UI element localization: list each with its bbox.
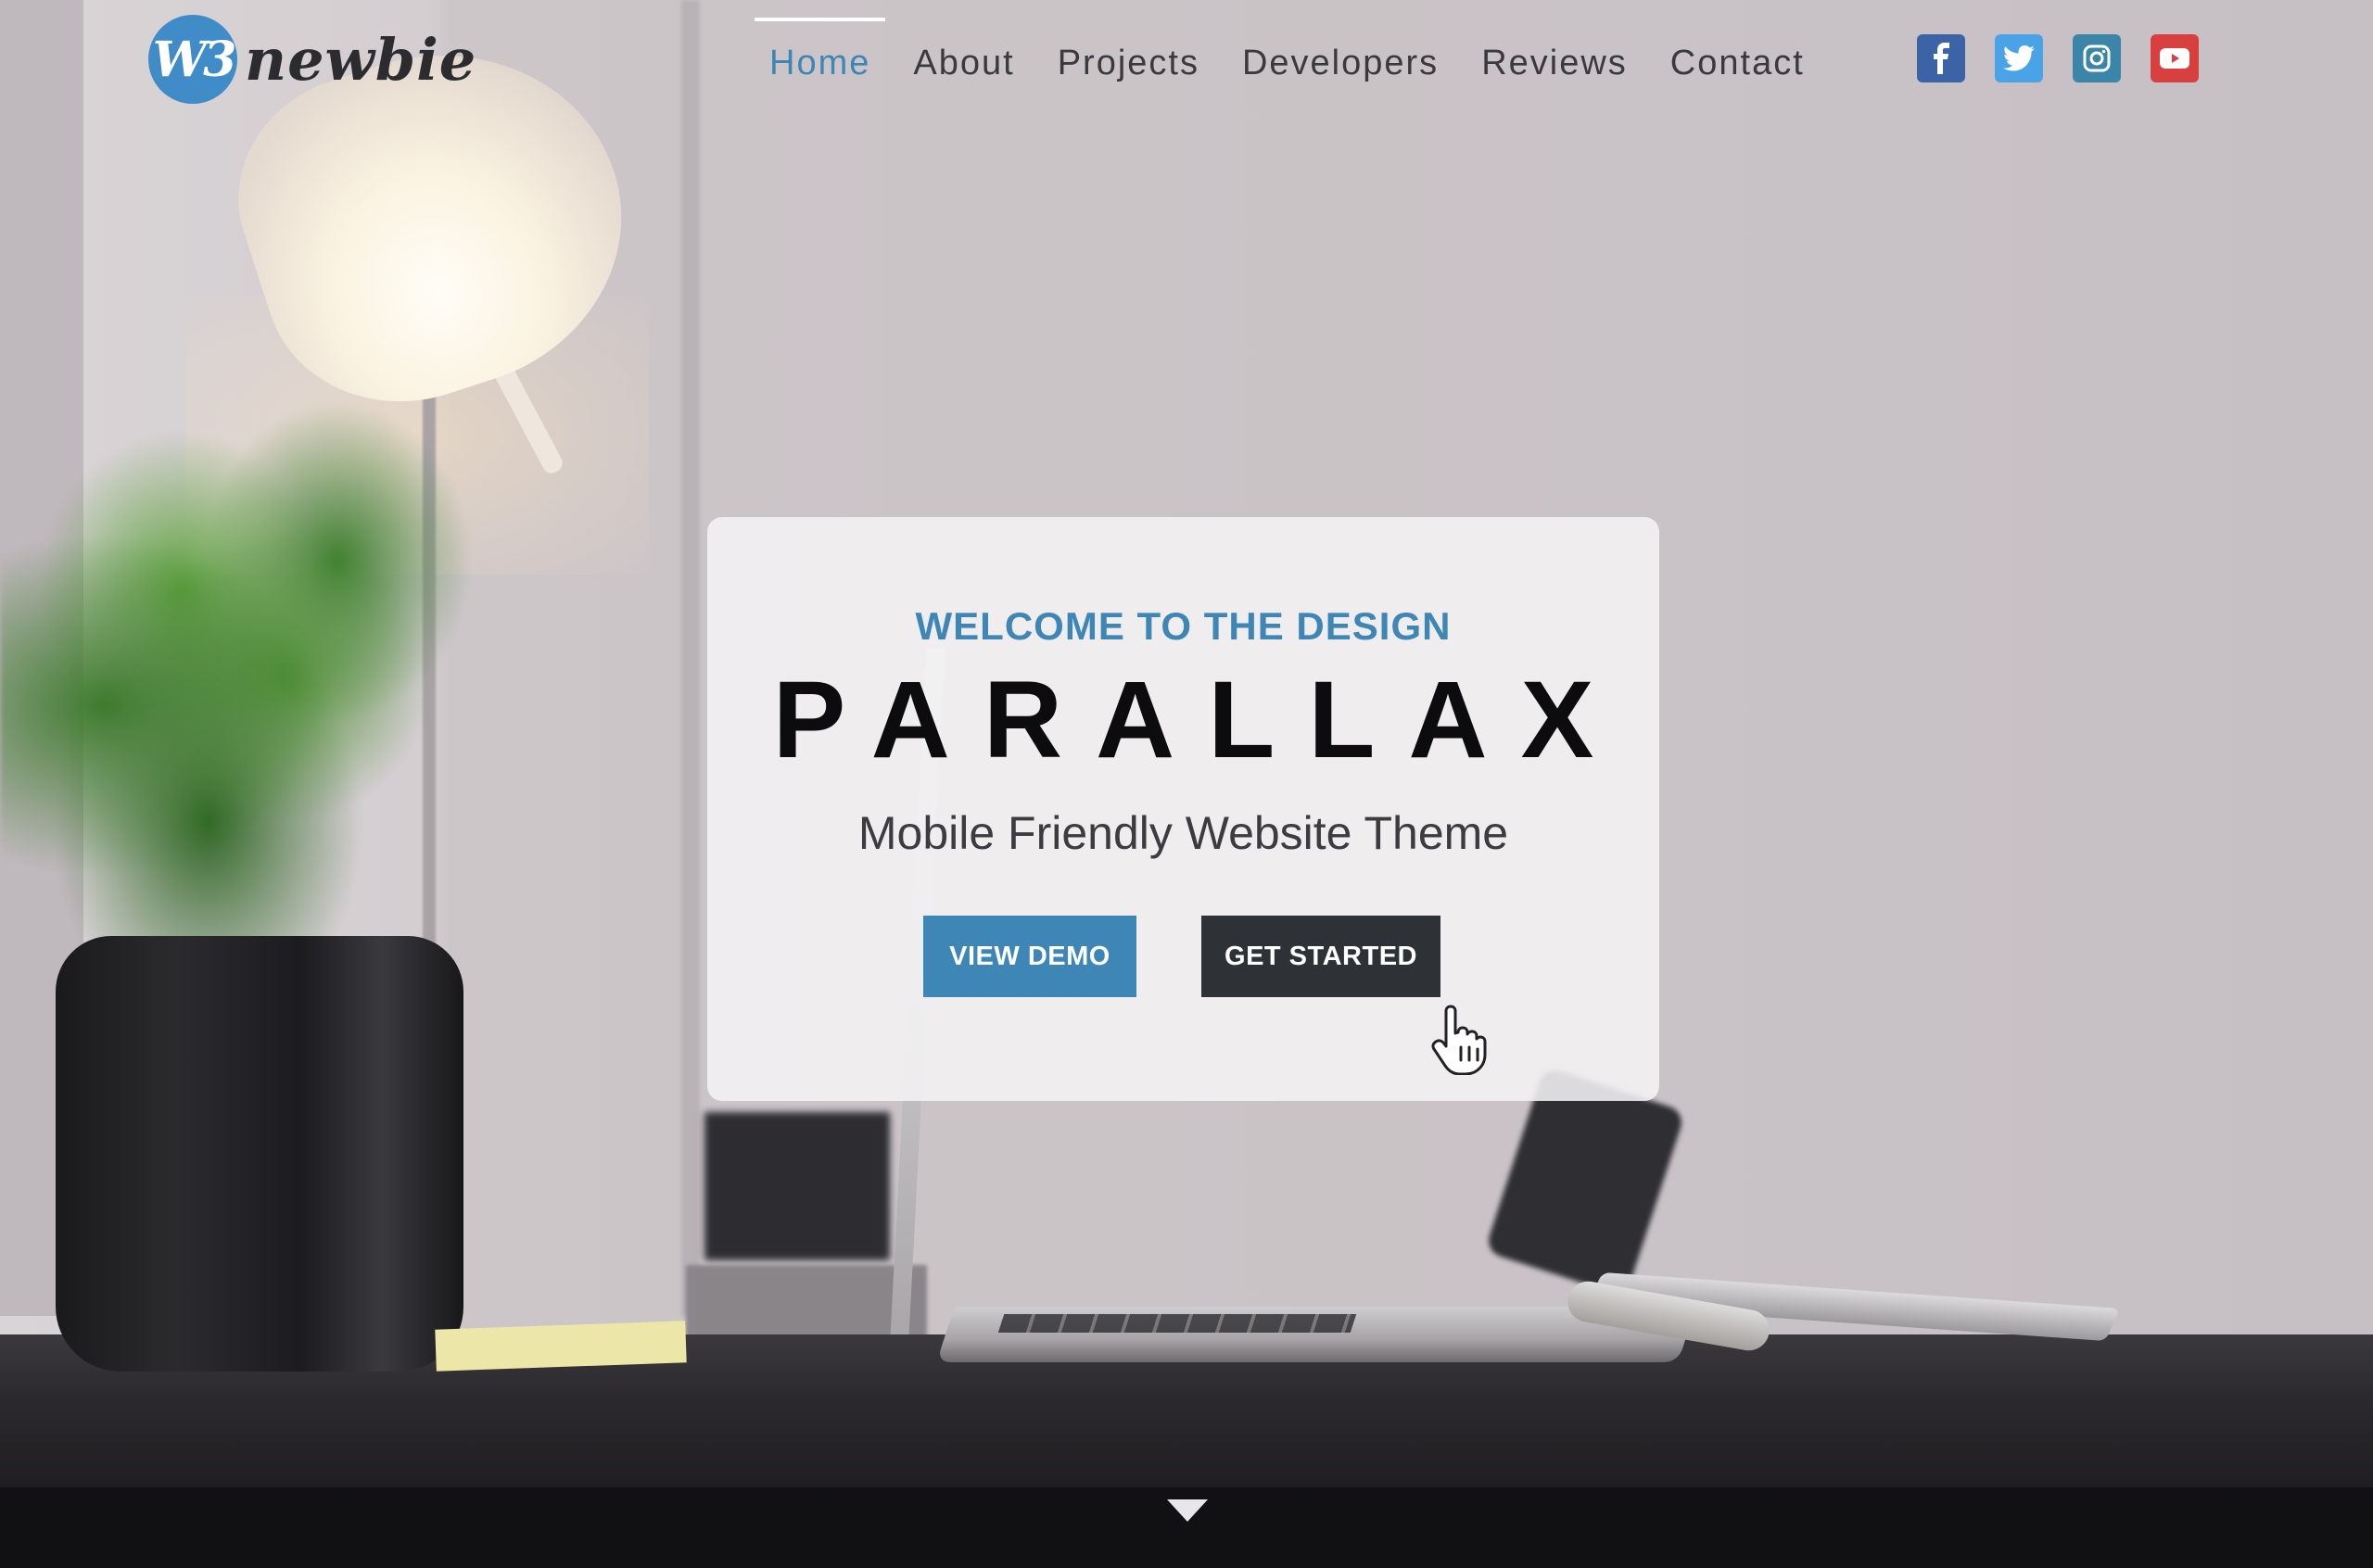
nav-about[interactable]: About	[913, 44, 1014, 83]
wall-pillar	[681, 0, 700, 1316]
logo-text: newbie	[245, 25, 477, 94]
chevron-down-icon[interactable]	[1167, 1496, 1208, 1524]
sticky-notes	[435, 1321, 687, 1372]
hero-eyebrow: WELCOME TO THE DESIGN	[915, 604, 1452, 648]
instagram-icon[interactable]	[2073, 34, 2121, 82]
twitter-icon[interactable]	[1995, 34, 2043, 82]
facebook-icon[interactable]	[1917, 34, 1965, 82]
logo-badge: W3	[148, 15, 237, 104]
main-nav: Home About Projects Developers Reviews C…	[754, 17, 1847, 107]
site-logo[interactable]: W3 newbie	[148, 13, 476, 106]
hand-pointer-icon	[1431, 1005, 1487, 1075]
social-links	[1917, 34, 2228, 82]
nav-contact[interactable]: Contact	[1670, 44, 1805, 83]
get-started-button[interactable]: GET STARTED	[1201, 916, 1440, 997]
nav-developers[interactable]: Developers	[1242, 44, 1439, 83]
hero-subtitle: Mobile Friendly Website Theme	[857, 807, 1509, 859]
plant-jar	[56, 936, 463, 1372]
youtube-icon[interactable]	[2151, 34, 2199, 82]
nav-home[interactable]: Home	[754, 17, 886, 83]
view-demo-button[interactable]: VIEW DEMO	[923, 916, 1136, 997]
plant	[0, 389, 519, 964]
hero-title: PARALLAX	[772, 659, 1628, 781]
site-header: W3 newbie Home About Projects Developers…	[0, 0, 2373, 120]
nav-projects[interactable]: Projects	[1058, 44, 1199, 83]
hero-card: WELCOME TO THE DESIGN PARALLAX Mobile Fr…	[707, 517, 1659, 1101]
laptop-keyboard	[997, 1314, 1357, 1333]
background-box	[704, 1112, 890, 1260]
nav-reviews[interactable]: Reviews	[1481, 44, 1628, 83]
